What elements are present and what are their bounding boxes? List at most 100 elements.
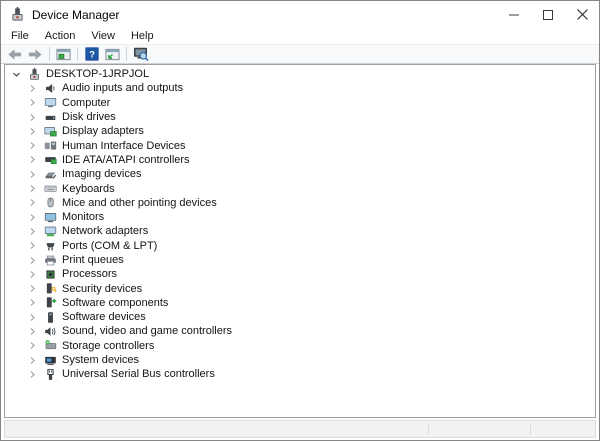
device-manager-window: Device Manager File Action View Help DES… — [0, 0, 600, 441]
device-manager-app-icon[interactable] — [10, 7, 25, 22]
tree-item-ide-ata-atapi-controllers[interactable]: IDE ATA/ATAPI controllers — [5, 153, 595, 167]
tree-item-label: Software components — [62, 296, 169, 309]
tree-item-label: Network adapters — [62, 225, 149, 238]
tree-item-display-adapters[interactable]: Display adapters — [5, 124, 595, 138]
close-button[interactable] — [565, 1, 599, 28]
tree-item-disk-drives[interactable]: Disk drives — [5, 110, 595, 124]
keyboard-icon — [44, 182, 57, 195]
scan-hardware-changes-button[interactable] — [130, 46, 151, 63]
chevron-right-icon[interactable] — [28, 256, 37, 265]
forward-arrow-icon — [28, 47, 43, 62]
tree-item-storage-controllers[interactable]: Storage controllers — [5, 339, 595, 353]
chevron-right-icon[interactable] — [28, 198, 37, 207]
toolbar-separator — [49, 47, 50, 61]
tree-item-audio-inputs-and-outputs[interactable]: Audio inputs and outputs — [5, 81, 595, 95]
minimize-icon — [509, 10, 519, 20]
chevron-right-icon[interactable] — [28, 298, 37, 307]
tree-item-label: Computer — [62, 96, 111, 109]
tree-item-mice-and-other-pointing-devices[interactable]: Mice and other pointing devices — [5, 196, 595, 210]
tree-item-sound-video-and-game-controllers[interactable]: Sound, video and game controllers — [5, 324, 595, 338]
tree-item-processors[interactable]: Processors — [5, 267, 595, 281]
menu-view[interactable]: View — [83, 29, 123, 43]
toolbar-separator — [126, 47, 127, 61]
speaker-icon — [44, 82, 57, 95]
chevron-right-icon[interactable] — [28, 327, 37, 336]
usb-icon — [44, 368, 57, 381]
help-button[interactable] — [81, 46, 102, 63]
tree-item-label: Sound, video and game controllers — [62, 325, 232, 338]
chevron-right-icon[interactable] — [28, 341, 37, 350]
back-button[interactable] — [4, 46, 25, 63]
tree-item-label: IDE ATA/ATAPI controllers — [62, 153, 190, 166]
chevron-right-icon[interactable] — [28, 241, 37, 250]
chevron-right-icon[interactable] — [28, 356, 37, 365]
menu-action[interactable]: Action — [37, 29, 84, 43]
chevron-right-icon[interactable] — [28, 170, 37, 179]
chevron-right-icon[interactable] — [28, 370, 37, 379]
status-section-divider — [428, 423, 429, 435]
help-question-icon — [85, 47, 99, 61]
tree-item-label: Disk drives — [62, 111, 116, 124]
chevron-right-icon[interactable] — [28, 213, 37, 222]
chevron-right-icon[interactable] — [28, 141, 37, 150]
tree-item-print-queues[interactable]: Print queues — [5, 253, 595, 267]
chevron-right-icon[interactable] — [28, 270, 37, 279]
title-bar[interactable]: Device Manager — [1, 1, 599, 28]
tree-item-computer[interactable]: Computer — [5, 96, 595, 110]
chevron-right-icon[interactable] — [28, 227, 37, 236]
chevron-right-icon[interactable] — [28, 184, 37, 193]
chevron-right-icon[interactable] — [28, 155, 37, 164]
tree-item-label: Monitors — [62, 211, 105, 224]
imaging-device-icon — [44, 168, 57, 181]
minimize-button[interactable] — [497, 1, 531, 28]
serial-port-icon — [44, 239, 57, 252]
tree-root-computer[interactable]: DESKTOP-1JRPJOL — [5, 67, 595, 81]
tree-item-security-devices[interactable]: Security devices — [5, 281, 595, 295]
chevron-right-icon[interactable] — [28, 98, 37, 107]
storage-controller-icon — [44, 339, 57, 352]
chevron-right-icon[interactable] — [28, 113, 37, 122]
tree-item-system-devices[interactable]: System devices — [5, 353, 595, 367]
tree-item-imaging-devices[interactable]: Imaging devices — [5, 167, 595, 181]
tree-item-software-components[interactable]: Software components — [5, 296, 595, 310]
tree-item-label: Software devices — [62, 311, 146, 324]
properties-button[interactable] — [102, 46, 123, 63]
device-tree-pane: DESKTOP-1JRPJOL Audio inputs and outputs… — [4, 64, 596, 418]
ide-controller-icon — [44, 153, 57, 166]
forward-button[interactable] — [25, 46, 46, 63]
tree-item-monitors[interactable]: Monitors — [5, 210, 595, 224]
tree-item-label: Mice and other pointing devices — [62, 196, 217, 209]
tree-item-label: System devices — [62, 354, 140, 367]
display-adapter-icon — [44, 125, 57, 138]
mouse-icon — [44, 196, 57, 209]
network-adapter-icon — [44, 225, 57, 238]
tree-item-human-interface-devices[interactable]: Human Interface Devices — [5, 138, 595, 152]
properties-window-icon — [105, 47, 120, 62]
tree-item-software-devices[interactable]: Software devices — [5, 310, 595, 324]
chevron-right-icon[interactable] — [28, 284, 37, 293]
tree-item-universal-serial-bus-controllers[interactable]: Universal Serial Bus controllers — [5, 367, 595, 381]
chevron-right-icon[interactable] — [28, 313, 37, 322]
software-component-icon — [44, 296, 57, 309]
tree-item-label: Display adapters — [62, 125, 144, 138]
tree-item-ports-com-lpt[interactable]: Ports (COM & LPT) — [5, 239, 595, 253]
tree-item-keyboards[interactable]: Keyboards — [5, 181, 595, 195]
chevron-right-icon[interactable] — [28, 84, 37, 93]
toolbar — [1, 44, 599, 64]
system-device-icon — [44, 354, 57, 367]
tree-item-label: Imaging devices — [62, 168, 142, 181]
device-tree: DESKTOP-1JRPJOL Audio inputs and outputs… — [5, 65, 595, 382]
menu-help[interactable]: Help — [123, 29, 162, 43]
hard-disk-icon — [44, 111, 57, 124]
tree-root-label: DESKTOP-1JRPJOL — [46, 68, 150, 81]
maximize-button[interactable] — [531, 1, 565, 28]
tree-item-network-adapters[interactable]: Network adapters — [5, 224, 595, 238]
chevron-down-icon[interactable] — [12, 70, 21, 79]
menu-file[interactable]: File — [3, 29, 37, 43]
status-section-divider — [530, 423, 531, 435]
tree-item-label: Audio inputs and outputs — [62, 82, 184, 95]
tree-item-label: Storage controllers — [62, 339, 155, 352]
chevron-right-icon[interactable] — [28, 127, 37, 136]
show-console-tree-button[interactable] — [53, 46, 74, 63]
tree-item-label: Keyboards — [62, 182, 115, 195]
